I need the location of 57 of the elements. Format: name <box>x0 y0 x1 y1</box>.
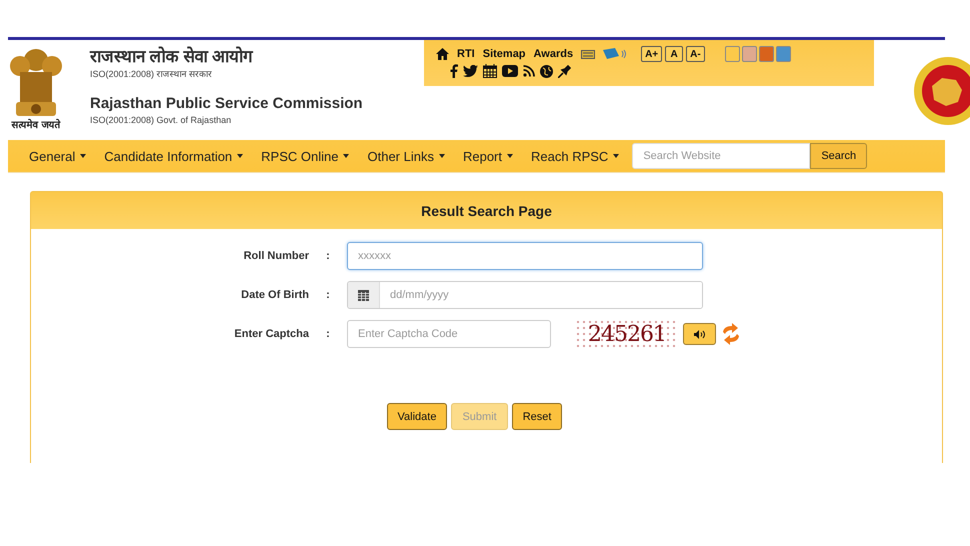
caret-icon <box>80 154 86 158</box>
site-subtitle: ISO(2001:2008) राजस्थान सरकार <box>90 68 214 80</box>
field-label: Date Of Birth <box>240 289 309 301</box>
calendar-icon <box>358 290 369 300</box>
nav-menu[interactable]: General <box>20 148 96 164</box>
seal-icon <box>912 56 970 126</box>
font-size-button[interactable]: A+ <box>641 46 662 62</box>
search-field[interactable]: Search Website <box>632 143 810 169</box>
rss-icon[interactable] <box>523 65 535 77</box>
caret-icon <box>343 154 350 158</box>
theme-swatch[interactable] <box>724 46 740 62</box>
toolbar-link[interactable]: Sitemap <box>482 48 526 60</box>
form-button[interactable]: Reset <box>512 403 562 430</box>
captcha-image: 245261 <box>575 319 679 349</box>
field-label: Roll Number <box>242 250 309 262</box>
input-field[interactable]: Enter Captcha Code <box>347 320 551 348</box>
caret-icon <box>237 154 244 158</box>
field-label: Enter Captcha <box>233 328 309 340</box>
caret-icon <box>613 154 620 158</box>
facebook-icon[interactable] <box>450 64 458 78</box>
input-field[interactable]: xxxxxx <box>347 242 703 270</box>
font-size-button[interactable]: A- <box>686 46 705 62</box>
keyboard-icon[interactable] <box>581 50 596 58</box>
site-subtitle: ISO(2001:2008) Govt. of Rajasthan <box>90 114 232 126</box>
site-title: राजस्थान लोक सेवा आयोग <box>90 46 254 68</box>
site-title: Rajasthan Public Service Commission <box>90 94 364 114</box>
twitter-icon[interactable] <box>463 65 478 77</box>
refresh-icon[interactable] <box>721 323 741 345</box>
emblem-motto: सत्यमेव जयते <box>12 120 60 132</box>
nav-menu[interactable]: Candidate Information <box>95 148 252 164</box>
toolbar-link[interactable]: RTI <box>457 48 475 60</box>
home-icon[interactable] <box>436 48 449 60</box>
nav-menu[interactable]: Other Links <box>358 148 454 164</box>
search-button[interactable]: Search <box>810 143 868 169</box>
speaker-icon <box>694 330 706 338</box>
screen-reader-icon[interactable] <box>603 48 628 60</box>
pin-icon[interactable] <box>558 64 571 78</box>
colon: : <box>325 250 331 262</box>
form-button[interactable]: Validate <box>386 403 448 430</box>
theme-swatch[interactable] <box>776 46 791 62</box>
globe-icon[interactable] <box>540 64 553 78</box>
caret-icon <box>438 154 445 158</box>
toolbar-link[interactable]: Awards <box>534 48 574 60</box>
nav-menu[interactable]: RPSC Online <box>252 148 358 164</box>
nav-menu[interactable]: Reach RPSC <box>522 148 628 164</box>
audio-button[interactable] <box>683 323 716 345</box>
calendar-icon[interactable] <box>483 64 497 78</box>
colon: : <box>325 328 331 340</box>
date-field[interactable]: dd/mm/yyyy <box>347 281 703 309</box>
caret-icon <box>507 154 513 158</box>
video-play-icon[interactable] <box>502 65 518 77</box>
theme-swatch[interactable] <box>742 46 757 62</box>
colon: : <box>325 289 331 301</box>
font-size-button[interactable]: A <box>665 46 684 62</box>
theme-swatch[interactable] <box>758 46 774 62</box>
nav-menu[interactable]: Report <box>454 148 522 164</box>
panel-title: Result Search Page <box>421 202 552 218</box>
